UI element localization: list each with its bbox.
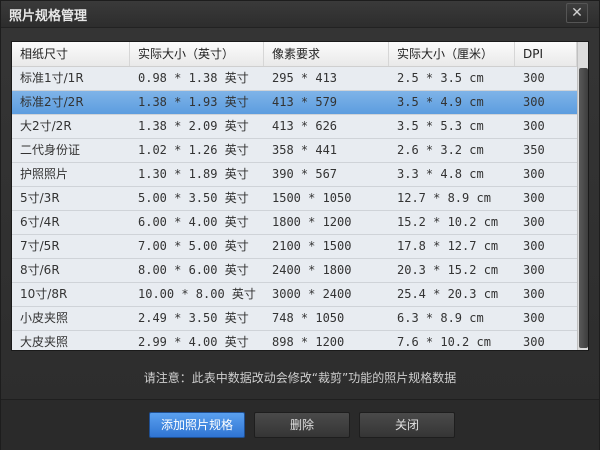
cell-size-inch: 8.00 * 6.00 英寸 bbox=[138, 263, 249, 277]
cell-size-inch: 1.30 * 1.89 英寸 bbox=[138, 167, 249, 181]
button-bar: 添加照片规格 删除 关闭 bbox=[1, 399, 599, 450]
scrollbar-thumb[interactable] bbox=[579, 68, 588, 348]
table-row[interactable]: 小皮夹照 2.49 * 3.50 英寸 748 * 1050 6.3 * 8.9 cm… bbox=[12, 307, 577, 331]
cell-paper-size: 二代身份证 bbox=[20, 143, 81, 157]
cell-size-cm: 17.8 * 12.7 cm bbox=[397, 239, 499, 253]
cell-size-cm: 25.4 * 20.3 cm bbox=[397, 287, 499, 301]
cell-pixels: 898 * 1200 bbox=[272, 335, 345, 349]
table-row[interactable]: 10寸/8R 10.00 * 8.00 英寸 3000 * 2400 25.4 * 2… bbox=[12, 283, 577, 307]
cell-paper-size: 6寸/4R bbox=[20, 215, 60, 229]
cell-size-cm: 15.2 * 10.2 cm bbox=[397, 215, 499, 229]
cell-size-inch: 2.49 * 3.50 英寸 bbox=[138, 311, 249, 325]
header-pixels[interactable]: 像素要求 bbox=[264, 42, 389, 66]
cell-size-cm: 20.3 * 15.2 cm bbox=[397, 263, 499, 277]
cell-size-cm: 6.3 * 8.9 cm bbox=[397, 311, 484, 325]
cell-dpi: 300 bbox=[523, 71, 545, 85]
cell-pixels: 1800 * 1200 bbox=[272, 215, 352, 229]
table-row[interactable]: 5寸/3R 5.00 * 3.50 英寸 1500 * 1050 12.7 * 8.9… bbox=[12, 187, 577, 211]
cell-dpi: 300 bbox=[523, 119, 545, 133]
cell-size-cm: 7.6 * 10.2 cm bbox=[397, 335, 491, 349]
notice-text: 请注意：此表中数据改动会修改“裁剪”功能的照片规格数据 bbox=[143, 371, 457, 385]
table-header: 相纸尺寸 实际大小（英寸） 像素要求 实际大小（厘米） DPI bbox=[12, 42, 577, 67]
cell-dpi: 300 bbox=[523, 335, 545, 349]
cell-pixels: 358 * 441 bbox=[272, 143, 338, 157]
cell-paper-size: 7寸/5R bbox=[20, 239, 60, 253]
cell-dpi: 300 bbox=[523, 167, 545, 181]
cell-size-inch: 1.02 * 1.26 英寸 bbox=[138, 143, 249, 157]
dialog-title: 照片规格管理 bbox=[9, 9, 88, 24]
photo-spec-dialog: 照片规格管理 ✕ 相纸尺寸 实际大小（英寸） 像素要求 实际大小（厘米） DPI… bbox=[0, 0, 600, 450]
cell-pixels: 3000 * 2400 bbox=[272, 287, 352, 301]
cell-pixels: 413 * 626 bbox=[272, 119, 338, 133]
cell-paper-size: 大皮夹照 bbox=[20, 335, 69, 349]
cell-pixels: 390 * 567 bbox=[272, 167, 338, 181]
cell-pixels: 295 * 413 bbox=[272, 71, 338, 85]
cell-pixels: 748 * 1050 bbox=[272, 311, 345, 325]
cell-dpi: 350 bbox=[523, 143, 545, 157]
table-row[interactable]: 标准2寸/2R 1.38 * 1.93 英寸 413 * 579 3.5 * 4.9 … bbox=[12, 91, 577, 115]
cell-dpi: 300 bbox=[523, 311, 545, 325]
header-size-inch[interactable]: 实际大小（英寸） bbox=[130, 42, 264, 66]
vertical-scrollbar[interactable] bbox=[577, 42, 588, 350]
cell-paper-size: 小皮夹照 bbox=[20, 311, 69, 325]
cell-size-cm: 2.6 * 3.2 cm bbox=[397, 143, 484, 157]
cell-dpi: 300 bbox=[523, 95, 545, 109]
table-row[interactable]: 护照照片 1.30 * 1.89 英寸 390 * 567 3.3 * 4.8 cm 3… bbox=[12, 163, 577, 187]
cell-size-cm: 2.5 * 3.5 cm bbox=[397, 71, 484, 85]
title-bar: 照片规格管理 ✕ bbox=[1, 1, 599, 28]
header-size-cm[interactable]: 实际大小（厘米） bbox=[389, 42, 515, 66]
cell-paper-size: 8寸/6R bbox=[20, 263, 60, 277]
cell-dpi: 300 bbox=[523, 263, 545, 277]
close-icon[interactable]: ✕ bbox=[566, 3, 588, 23]
cell-paper-size: 10寸/8R bbox=[20, 287, 68, 301]
cell-dpi: 300 bbox=[523, 239, 545, 253]
cell-dpi: 300 bbox=[523, 215, 545, 229]
delete-button[interactable]: 删除 bbox=[254, 412, 350, 438]
spec-table: 相纸尺寸 实际大小（英寸） 像素要求 实际大小（厘米） DPI 标准1寸/1R 0… bbox=[11, 41, 589, 351]
cell-paper-size: 护照照片 bbox=[20, 167, 69, 181]
cell-pixels: 2400 * 1800 bbox=[272, 263, 352, 277]
cell-pixels: 1500 * 1050 bbox=[272, 191, 352, 205]
cell-size-inch: 0.98 * 1.38 英寸 bbox=[138, 71, 249, 85]
cell-size-cm: 3.5 * 4.9 cm bbox=[397, 95, 484, 109]
cell-size-inch: 6.00 * 4.00 英寸 bbox=[138, 215, 249, 229]
cell-size-inch: 5.00 * 3.50 英寸 bbox=[138, 191, 249, 205]
cell-size-inch: 1.38 * 2.09 英寸 bbox=[138, 119, 249, 133]
table-row[interactable]: 标准1寸/1R 0.98 * 1.38 英寸 295 * 413 2.5 * 3.5 … bbox=[12, 67, 577, 91]
cell-paper-size: 大2寸/2R bbox=[20, 119, 72, 133]
cell-size-inch: 7.00 * 5.00 英寸 bbox=[138, 239, 249, 253]
table-row[interactable]: 7寸/5R 7.00 * 5.00 英寸 2100 * 1500 17.8 * 12.… bbox=[12, 235, 577, 259]
table-row[interactable]: 6寸/4R 6.00 * 4.00 英寸 1800 * 1200 15.2 * 10.… bbox=[12, 211, 577, 235]
cell-size-cm: 12.7 * 8.9 cm bbox=[397, 191, 491, 205]
cell-paper-size: 标准1寸/1R bbox=[20, 71, 84, 85]
cell-dpi: 300 bbox=[523, 287, 545, 301]
table-row[interactable]: 大皮夹照 2.99 * 4.00 英寸 898 * 1200 7.6 * 10.2 c… bbox=[12, 331, 577, 350]
table-row[interactable]: 二代身份证 1.02 * 1.26 英寸 358 * 441 2.6 * 3.2 cm… bbox=[12, 139, 577, 163]
cell-pixels: 413 * 579 bbox=[272, 95, 338, 109]
header-paper-size[interactable]: 相纸尺寸 bbox=[12, 42, 130, 66]
cell-dpi: 300 bbox=[523, 191, 545, 205]
cell-size-inch: 1.38 * 1.93 英寸 bbox=[138, 95, 249, 109]
cell-paper-size: 标准2寸/2R bbox=[20, 95, 84, 109]
header-dpi[interactable]: DPI bbox=[515, 42, 577, 66]
cell-size-inch: 10.00 * 8.00 英寸 bbox=[138, 287, 256, 301]
table-body: 标准1寸/1R 0.98 * 1.38 英寸 295 * 413 2.5 * 3.5 … bbox=[12, 67, 577, 350]
cell-pixels: 2100 * 1500 bbox=[272, 239, 352, 253]
table-row[interactable]: 8寸/6R 8.00 * 6.00 英寸 2400 * 1800 20.3 * 15.… bbox=[12, 259, 577, 283]
cell-paper-size: 5寸/3R bbox=[20, 191, 60, 205]
cell-size-inch: 2.99 * 4.00 英寸 bbox=[138, 335, 249, 349]
table-row[interactable]: 大2寸/2R 1.38 * 2.09 英寸 413 * 626 3.5 * 5.3 c… bbox=[12, 115, 577, 139]
close-button[interactable]: 关闭 bbox=[359, 412, 455, 438]
add-spec-button[interactable]: 添加照片规格 bbox=[149, 412, 245, 438]
cell-size-cm: 3.3 * 4.8 cm bbox=[397, 167, 484, 181]
cell-size-cm: 3.5 * 5.3 cm bbox=[397, 119, 484, 133]
